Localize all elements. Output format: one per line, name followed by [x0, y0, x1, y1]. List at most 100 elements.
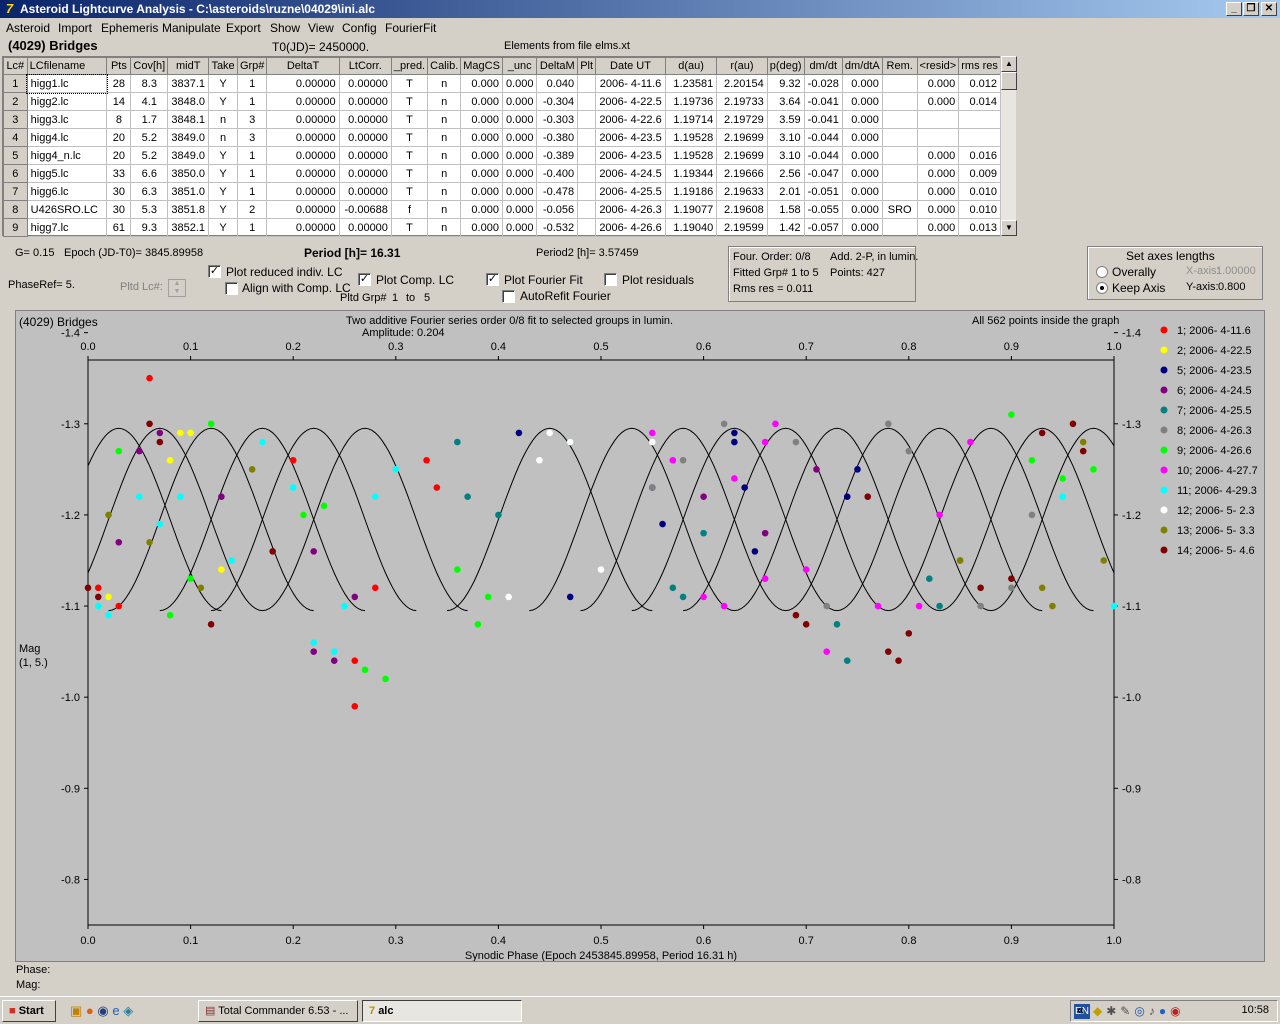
table-cell[interactable]: 0.000 [460, 92, 503, 111]
table-cell[interactable]: -0.304 [536, 92, 579, 111]
table-row[interactable]: 4 higg4.lc 20 5.2 3849.0 n 3 0.00000 0.00000 Tn 0.… [3, 128, 1001, 147]
table-cell[interactable]: 6.6 [130, 164, 169, 183]
table-cell[interactable]: 1.19040 [664, 218, 718, 237]
x-axis-value[interactable]: 1.00000 [1216, 265, 1256, 277]
plot-comp-checkbox[interactable]: ✓ [358, 273, 371, 286]
table-cell[interactable]: -0.041 [803, 110, 843, 129]
table-cell[interactable]: higg4.lc [26, 128, 108, 147]
table-cell[interactable]: 0.000 [501, 200, 538, 219]
column-header[interactable]: _pred. [390, 57, 429, 75]
table-cell[interactable]: -0.051 [803, 182, 843, 201]
app-launch-icon[interactable]: ◈ [123, 1003, 133, 1018]
table-cell[interactable]: n [427, 182, 462, 201]
table-cell[interactable]: 0.014 [958, 92, 1001, 111]
column-header[interactable]: Pts [106, 57, 132, 75]
column-header[interactable]: Plt [577, 57, 597, 75]
table-cell[interactable]: Y [208, 200, 238, 219]
pltd-grp-to[interactable]: 5 [424, 292, 430, 304]
table-cell[interactable]: 1.19344 [664, 164, 718, 183]
table-cell[interactable]: 0.00000 [338, 146, 392, 165]
tray-icons[interactable]: ◆✱✎◎♪●◉ [1093, 1004, 1185, 1018]
table-cell[interactable]: 0.000 [841, 110, 883, 129]
menu-export[interactable]: Export [226, 21, 261, 35]
table-cell[interactable]: 0.000 [501, 164, 538, 183]
shield-icon[interactable]: ◆ [1093, 1004, 1106, 1018]
table-cell[interactable]: 0.000 [916, 92, 960, 111]
table-row[interactable]: 7 higg6.lc 30 6.3 3851.0 Y 1 0.00000 0.00000 Tn 0.… [3, 182, 1001, 201]
table-cell[interactable]: 1.23581 [664, 74, 718, 93]
table-cell[interactable]: 5.3 [130, 200, 169, 219]
table-cell[interactable]: 1.58 [766, 200, 805, 219]
table-cell[interactable]: 0.00000 [338, 128, 392, 147]
table-cell[interactable]: 0.000 [841, 74, 883, 93]
table-cell[interactable]: 1.19736 [664, 92, 718, 111]
table-cell[interactable]: T [390, 92, 429, 111]
column-header[interactable]: dm/dtA [841, 57, 883, 75]
table-cell[interactable]: 1 [236, 92, 268, 111]
menu-config[interactable]: Config [342, 21, 377, 35]
table-cell[interactable]: 2006- 4-11.6 [595, 74, 666, 93]
table-cell[interactable]: -0.041 [803, 92, 843, 111]
table-cell[interactable]: 0.000 [501, 146, 538, 165]
column-header[interactable]: <resid> [916, 57, 960, 75]
table-cell[interactable]: T [390, 218, 429, 237]
table-cell[interactable]: 0.000 [460, 128, 503, 147]
table-cell[interactable]: 3852.1 [167, 218, 210, 237]
table-cell[interactable]: 0.000 [916, 74, 960, 93]
table-cell[interactable]: higg1.lc [26, 73, 108, 94]
table-cell[interactable]: 2.19599 [716, 218, 768, 237]
table-cell[interactable]: 3850.0 [167, 164, 210, 183]
row-header[interactable]: 5 [3, 146, 28, 165]
phase-chart[interactable]: 0.0 0.0 0.1 0.1 0.2 0.2 0.3 0.3 0.4 0.4 0.5 0.5 0.6 0… [16, 311, 1264, 961]
table-cell[interactable]: 5.2 [130, 146, 169, 165]
overally-radio[interactable] [1096, 266, 1108, 278]
quicklaunch-icons[interactable]: ▣ ● ◉ e ◈ [70, 1003, 133, 1019]
network-icon[interactable]: ✱ [1106, 1004, 1120, 1018]
menu-view[interactable]: View [308, 21, 334, 35]
table-cell[interactable]: 30 [106, 182, 132, 201]
table-cell[interactable]: 5.2 [130, 128, 169, 147]
table-cell[interactable]: Y [208, 74, 238, 93]
column-header[interactable]: p(deg) [766, 57, 805, 75]
row-header[interactable]: 9 [3, 218, 28, 237]
table-cell[interactable] [577, 218, 597, 237]
table-cell[interactable]: 2.19608 [716, 200, 768, 219]
align-comp-checkbox[interactable] [225, 282, 238, 295]
task-total-commander[interactable]: ▤ Total Commander 6.53 - ... [198, 1000, 358, 1022]
table-cell[interactable]: higg5.lc [26, 164, 108, 183]
table-cell[interactable]: 0.013 [958, 218, 1001, 237]
tray-expand-icon[interactable]: « [1077, 1003, 1084, 1017]
table-row[interactable]: 8 U426SRO.LC 30 5.3 3851.8 Y 2 0.00000 -0.00688 f… [3, 200, 1001, 219]
table-cell[interactable]: 0.00000 [338, 74, 392, 93]
table-cell[interactable]: 0.000 [501, 182, 538, 201]
table-cell[interactable]: T [390, 182, 429, 201]
table-cell[interactable]: 0.000 [916, 182, 960, 201]
scroll-down-icon[interactable]: ▼ [1001, 220, 1017, 236]
table-cell[interactable] [577, 128, 597, 147]
table-cell[interactable]: 2006- 4-24.5 [595, 164, 666, 183]
table-cell[interactable]: 0.000 [460, 74, 503, 93]
table-cell[interactable]: 3851.8 [167, 200, 210, 219]
maximize-button[interactable]: ❐ [1243, 2, 1259, 16]
table-cell[interactable]: 1.19528 [664, 128, 718, 147]
keep-axis-radio[interactable] [1096, 282, 1108, 294]
table-cell[interactable]: 0.00000 [338, 218, 392, 237]
table-cell[interactable]: 2.20154 [716, 74, 768, 93]
table-cell[interactable] [577, 74, 597, 93]
table-cell[interactable]: 3848.0 [167, 92, 210, 111]
table-cell[interactable]: 0.00000 [266, 200, 340, 219]
column-header[interactable]: Grp# [236, 57, 268, 75]
column-header[interactable]: midT [167, 57, 210, 75]
table-cell[interactable]: n [208, 128, 238, 147]
table-cell[interactable]: 0.000 [501, 74, 538, 93]
column-header[interactable]: Calib. [427, 57, 462, 75]
table-cell[interactable]: 0.000 [460, 218, 503, 237]
table-cell[interactable] [577, 200, 597, 219]
table-cell[interactable]: 0.000 [501, 92, 538, 111]
table-cell[interactable]: 0.000 [460, 200, 503, 219]
table-cell[interactable]: f [390, 200, 429, 219]
menu-ephemeris[interactable]: Ephemeris [101, 21, 158, 35]
table-cell[interactable]: 0.000 [916, 218, 960, 237]
table-cell[interactable] [577, 92, 597, 111]
table-scrollbar[interactable]: ▲ ▼ [1000, 56, 1017, 236]
